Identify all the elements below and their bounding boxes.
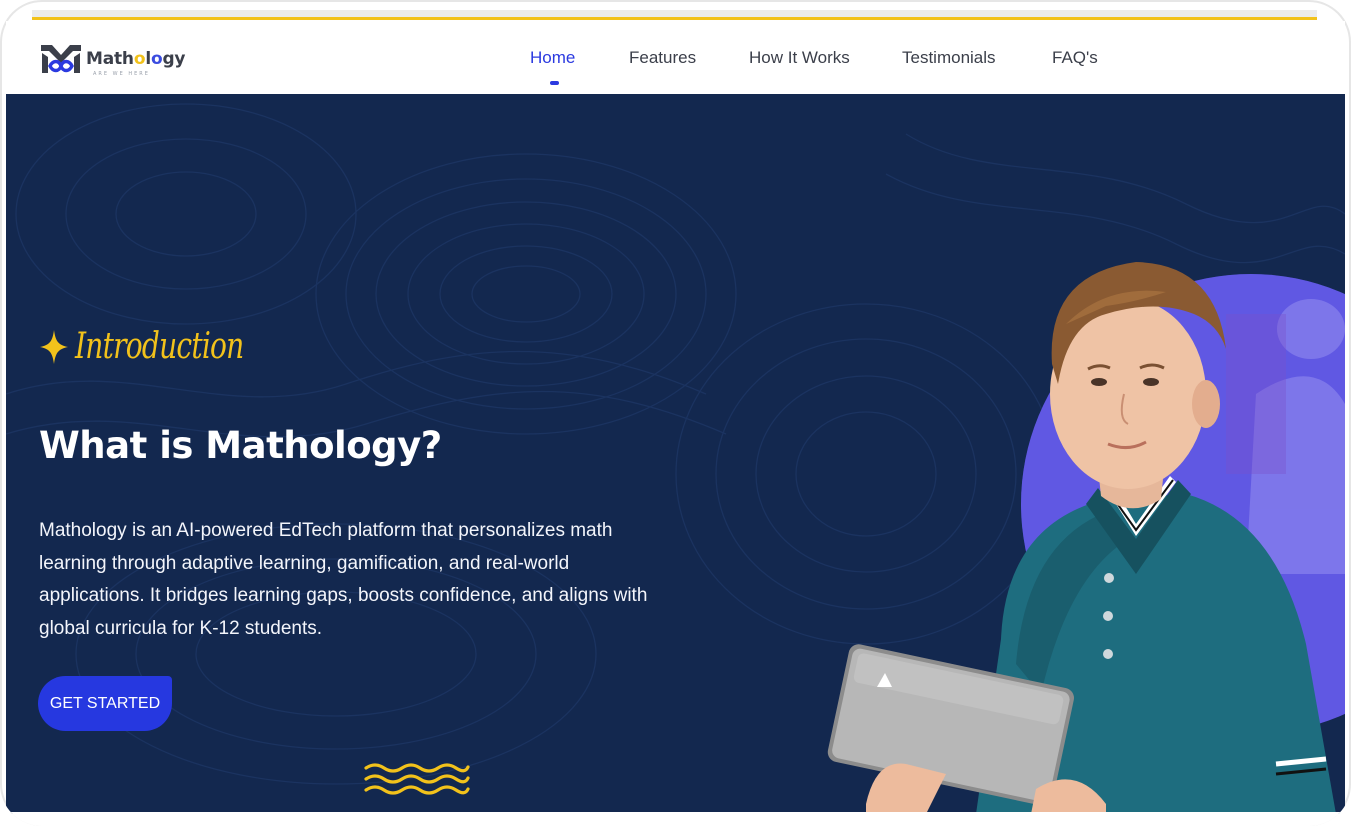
- main-nav: Home Features How It Works Testimonials …: [530, 48, 1112, 85]
- intro-label: Introduction: [75, 326, 244, 367]
- intro-eyebrow: Introduction: [39, 326, 291, 367]
- logo-tagline: ARE WE HERE: [93, 71, 150, 77]
- nav-testimonials[interactable]: Testimonials: [902, 48, 1052, 68]
- sparkle-star-icon: [40, 329, 68, 364]
- hero-description: Mathology is an AI-powered EdTech platfo…: [39, 520, 648, 639]
- nav-faqs-label: FAQ's: [1052, 48, 1098, 67]
- logo-wordmark: Mathology: [86, 49, 186, 69]
- hero-title: What is Mathology?: [39, 424, 442, 467]
- nav-faqs[interactable]: FAQ's: [1052, 48, 1112, 68]
- active-nav-indicator: [550, 81, 559, 85]
- logo[interactable]: Mathology ARE WE HERE: [38, 39, 198, 81]
- nav-how-it-works[interactable]: How It Works: [749, 48, 902, 68]
- get-started-button[interactable]: GET STARTED: [38, 676, 172, 731]
- top-accent-strip: [32, 10, 1317, 20]
- student-with-tablet-image: [827, 262, 1345, 814]
- site-header: Mathology ARE WE HERE Home Features How …: [6, 21, 1345, 94]
- logo-mark-icon: [41, 45, 81, 73]
- nav-home[interactable]: Home: [530, 48, 629, 85]
- wavy-lines-icon: [364, 763, 470, 795]
- hero-section: Introduction What is Mathology? Matholog…: [6, 94, 1345, 814]
- nav-features-label: Features: [629, 48, 697, 67]
- bottom-edge: [6, 812, 1345, 826]
- browser-frame: Mathology ARE WE HERE Home Features How …: [0, 0, 1351, 826]
- nav-testimonials-label: Testimonials: [902, 48, 996, 67]
- nav-home-label: Home: [530, 48, 576, 67]
- nav-features[interactable]: Features: [629, 48, 749, 68]
- get-started-label: GET STARTED: [49, 694, 161, 712]
- nav-how-it-works-label: How It Works: [749, 48, 850, 67]
